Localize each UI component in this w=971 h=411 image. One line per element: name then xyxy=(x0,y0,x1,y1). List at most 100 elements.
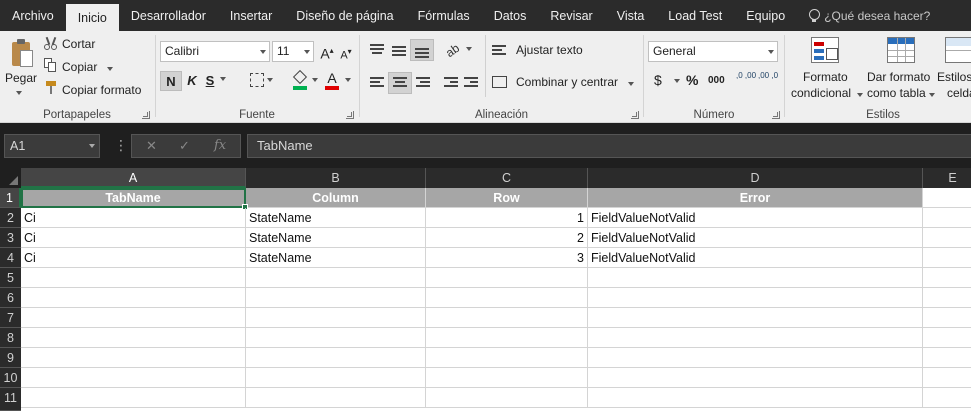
align-left-icon[interactable] xyxy=(370,77,384,89)
cell-c3[interactable]: 2 xyxy=(426,228,588,248)
cell-b11[interactable] xyxy=(246,388,426,408)
cancel-icon[interactable]: ✕ xyxy=(146,138,157,154)
tab-diseno-pagina[interactable]: Diseño de página xyxy=(284,0,405,31)
cell-b7[interactable] xyxy=(246,308,426,328)
cell-a5[interactable] xyxy=(21,268,246,288)
decrease-decimal-button[interactable]: ,00 ,0 xyxy=(758,71,778,80)
cell-d2[interactable]: FieldValueNotValid xyxy=(588,208,923,228)
cell-a9[interactable] xyxy=(21,348,246,368)
italic-button[interactable]: K xyxy=(184,71,200,91)
bold-button[interactable]: N xyxy=(160,71,182,91)
cell-a3[interactable]: Ci xyxy=(21,228,246,248)
cell-d1[interactable]: Error xyxy=(588,188,923,208)
cell-e10[interactable] xyxy=(923,368,971,388)
merge-center-button[interactable]: Combinar y centrar xyxy=(492,73,640,93)
chevron-down-icon[interactable] xyxy=(267,78,273,82)
paste-button[interactable]: Pegar xyxy=(2,33,40,103)
tab-formulas[interactable]: Fórmulas xyxy=(406,0,482,31)
cell-b2[interactable]: StateName xyxy=(246,208,426,228)
cell-b8[interactable] xyxy=(246,328,426,348)
cell-d7[interactable] xyxy=(588,308,923,328)
row-header-6[interactable]: 6 xyxy=(0,288,21,308)
insert-function-icon[interactable]: fx xyxy=(214,138,226,153)
cell-a7[interactable] xyxy=(21,308,246,328)
cell-e9[interactable] xyxy=(923,348,971,368)
tab-insertar[interactable]: Insertar xyxy=(218,0,284,31)
increase-decimal-button[interactable]: ,0 ,00 xyxy=(736,71,756,80)
cell-b9[interactable] xyxy=(246,348,426,368)
cell-e6[interactable] xyxy=(923,288,971,308)
cell-e11[interactable] xyxy=(923,388,971,408)
cell-e2[interactable] xyxy=(923,208,971,228)
row-header-7[interactable]: 7 xyxy=(0,308,21,328)
cell-a11[interactable] xyxy=(21,388,246,408)
chevron-down-icon[interactable] xyxy=(312,78,318,82)
cell-c4[interactable]: 3 xyxy=(426,248,588,268)
font-size-select[interactable]: 11 xyxy=(272,41,314,62)
column-header-b[interactable]: B xyxy=(246,168,426,188)
chevron-down-icon[interactable] xyxy=(345,78,351,82)
cell-b5[interactable] xyxy=(246,268,426,288)
cell-c10[interactable] xyxy=(426,368,588,388)
chevron-down-icon[interactable] xyxy=(220,77,226,81)
row-header-10[interactable]: 10 xyxy=(0,368,21,388)
thousands-button[interactable]: 000 xyxy=(708,75,725,86)
select-all-button[interactable] xyxy=(0,168,21,188)
cell-a4[interactable]: Ci xyxy=(21,248,246,268)
align-middle-icon[interactable] xyxy=(392,46,406,58)
orientation-icon[interactable]: ab xyxy=(443,38,467,61)
cell-a10[interactable] xyxy=(21,368,246,388)
cell-c11[interactable] xyxy=(426,388,588,408)
cell-b4[interactable]: StateName xyxy=(246,248,426,268)
cell-c8[interactable] xyxy=(426,328,588,348)
cell-c7[interactable] xyxy=(426,308,588,328)
column-header-c[interactable]: C xyxy=(426,168,588,188)
chevron-down-icon[interactable] xyxy=(674,79,680,83)
cell-c2[interactable]: 1 xyxy=(426,208,588,228)
cell-d6[interactable] xyxy=(588,288,923,308)
percent-button[interactable]: % xyxy=(686,72,698,88)
row-header-3[interactable]: 3 xyxy=(0,228,21,248)
underline-button[interactable]: S xyxy=(202,71,218,91)
alignment-launcher-icon[interactable] xyxy=(631,111,639,119)
cell-a8[interactable] xyxy=(21,328,246,348)
row-header-1[interactable]: 1 xyxy=(0,188,21,208)
enter-icon[interactable]: ✓ xyxy=(179,138,190,154)
decrease-indent-icon[interactable] xyxy=(444,77,458,89)
tab-datos[interactable]: Datos xyxy=(482,0,539,31)
column-header-a[interactable]: A xyxy=(21,168,246,188)
cell-d8[interactable] xyxy=(588,328,923,348)
wrap-text-button[interactable]: Ajustar texto xyxy=(492,41,642,61)
tab-archivo[interactable]: Archivo xyxy=(0,0,66,31)
tab-desarrollador[interactable]: Desarrollador xyxy=(119,0,218,31)
row-header-2[interactable]: 2 xyxy=(0,208,21,228)
cell-b1[interactable]: Column xyxy=(246,188,426,208)
tell-me-search[interactable]: ¿Qué desea hacer? xyxy=(797,8,930,23)
row-header-4[interactable]: 4 xyxy=(0,248,21,268)
cell-e8[interactable] xyxy=(923,328,971,348)
format-painter-button[interactable]: Copiar formato xyxy=(44,79,152,99)
row-header-9[interactable]: 9 xyxy=(0,348,21,368)
cell-c6[interactable] xyxy=(426,288,588,308)
name-box[interactable]: A1 xyxy=(4,134,100,158)
cell-d4[interactable]: FieldValueNotValid xyxy=(588,248,923,268)
cell-e1[interactable] xyxy=(923,188,971,208)
cell-b6[interactable] xyxy=(246,288,426,308)
cell-c1[interactable]: Row xyxy=(426,188,588,208)
column-header-d[interactable]: D xyxy=(588,168,923,188)
align-top-icon[interactable] xyxy=(370,44,384,56)
cell-e5[interactable] xyxy=(923,268,971,288)
grow-font-button[interactable]: A▴ xyxy=(319,41,335,62)
tab-vista[interactable]: Vista xyxy=(605,0,657,31)
cell-e7[interactable] xyxy=(923,308,971,328)
copy-button[interactable]: Copiar xyxy=(44,57,144,77)
number-launcher-icon[interactable] xyxy=(772,111,780,119)
column-header-e[interactable]: E xyxy=(923,168,971,188)
row-header-11[interactable]: 11 xyxy=(0,388,21,411)
font-color-button[interactable]: A xyxy=(324,70,342,91)
formula-input[interactable]: TabName xyxy=(247,134,971,158)
fill-color-button[interactable] xyxy=(292,69,310,91)
format-as-table-button[interactable]: Dar formato como tabla xyxy=(865,35,937,101)
number-format-select[interactable]: General xyxy=(648,41,778,62)
cut-button[interactable]: Cortar xyxy=(44,35,144,55)
